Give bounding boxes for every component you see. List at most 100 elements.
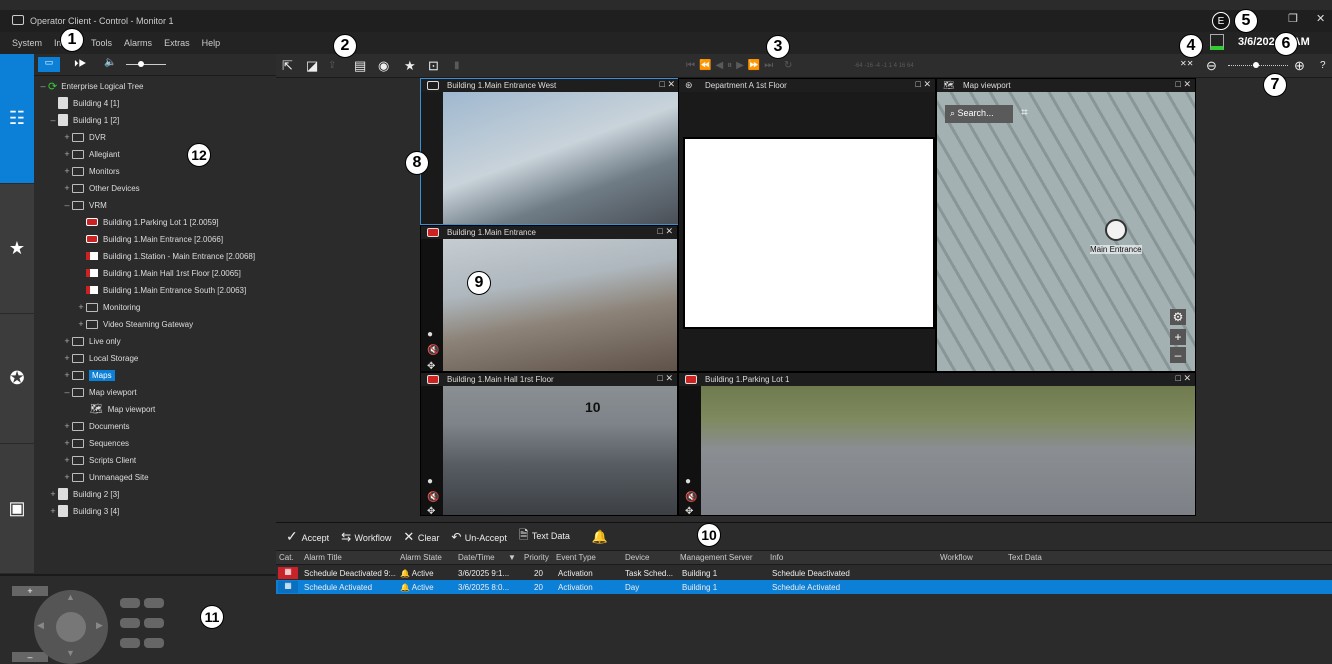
pip-icon[interactable]: ⇱ <box>282 58 293 74</box>
col-info[interactable]: Info <box>770 553 783 562</box>
tree-item[interactable]: + DVR <box>62 129 106 145</box>
preset-button[interactable] <box>120 618 140 628</box>
map-zoom-in-button[interactable]: + <box>1170 329 1186 345</box>
ptz-left-icon[interactable]: ◀ <box>37 620 44 631</box>
print-icon[interactable]: ▤ <box>354 58 366 74</box>
tree-item[interactable]: + Building 2 [3] <box>48 486 119 502</box>
tree-item[interactable]: + Monitors <box>62 163 119 179</box>
tile-window-controls[interactable]: □ ✕ <box>658 373 673 384</box>
zoom-in-icon[interactable]: ⊕ <box>1294 58 1305 74</box>
menu-tools[interactable]: Tools <box>91 38 112 48</box>
aux-button[interactable] <box>144 618 164 628</box>
alarm-row[interactable]: ▦ Schedule Deactivated 9:... 🔔 Active 3/… <box>276 566 1332 580</box>
tree-item[interactable]: Building 1.Station - Main Entrance [2.00… <box>86 248 255 264</box>
ptz-up-icon[interactable]: ▲ <box>66 592 75 602</box>
accept-button[interactable]: ✓ Accept <box>286 528 329 545</box>
video-tile-parking-lot[interactable]: Building 1.Parking Lot 1 □ ✕ ● 🔇 ✥ <box>678 372 1196 517</box>
alarm-row-selected[interactable]: ▦ Schedule Activated 🔔 Active 3/6/2025 8… <box>276 580 1332 594</box>
volume-icon[interactable]: 🔈 <box>104 57 116 68</box>
stop-button[interactable] <box>144 638 164 648</box>
zoom-slider-thumb[interactable] <box>1253 62 1259 68</box>
iris-button[interactable] <box>144 598 164 608</box>
tree-item[interactable]: + Video Steaming Gateway <box>76 316 193 332</box>
mute-icon[interactable]: 🔇 <box>427 492 439 503</box>
tile-window-controls[interactable]: □ ✕ <box>1176 79 1191 90</box>
zoom-in-button[interactable]: + <box>12 586 48 596</box>
favorite-icon[interactable]: ★ <box>404 58 416 74</box>
tree-item[interactable]: Building 1.Main Entrance [2.0066] <box>86 231 223 247</box>
playback-speed-slider[interactable]: -64 -16 -4 -1 1 4 16 64 <box>854 63 914 69</box>
record-button[interactable] <box>120 638 140 648</box>
snapshot-icon[interactable]: ◉ <box>378 58 389 74</box>
tree-item[interactable]: Building 4 [1] <box>48 95 119 111</box>
live-mode-button[interactable]: ▭ <box>38 57 60 72</box>
tree-item[interactable]: + Other Devices <box>62 180 139 196</box>
tree-item[interactable]: + Maps <box>62 367 115 383</box>
tree-item[interactable]: + Building 3 [4] <box>48 503 119 519</box>
tree-item[interactable]: – Map viewport <box>62 384 136 400</box>
tile-window-controls[interactable]: □ ✕ <box>660 79 675 90</box>
col-management-server[interactable]: Management Server <box>680 553 752 562</box>
tree-item[interactable]: 🗺 Map viewport <box>90 401 155 417</box>
export-icon[interactable]: ◪ <box>306 58 318 74</box>
mute-icon[interactable]: 🔇 <box>685 492 697 503</box>
video-tile-main-hall[interactable]: Building 1.Main Hall 1rst Floor □ ✕ ● 🔇 ✥ 1… <box>420 372 678 517</box>
menu-help[interactable]: Help <box>202 38 221 48</box>
tree-item[interactable]: + Sequences <box>62 435 129 451</box>
video-tile-main-entrance[interactable]: Building 1.Main Entrance □ ✕ ● 🔇 ✥ <box>420 225 678 372</box>
close-button[interactable]: ✕ <box>1316 12 1325 25</box>
tree-item[interactable]: – Building 1 [2] <box>48 112 119 128</box>
bell-icon[interactable]: 🔔 <box>592 529 608 545</box>
tree-item[interactable]: + Monitoring <box>76 299 140 315</box>
map-search-box[interactable]: ⌕ Search... <box>945 105 1013 123</box>
ptz-right-icon[interactable]: ▶ <box>96 620 103 631</box>
user-avatar[interactable]: E <box>1212 12 1230 30</box>
restore-button[interactable]: ❐ <box>1288 12 1298 25</box>
volume-slider[interactable] <box>126 64 166 65</box>
tile-window-controls[interactable]: □ ✕ <box>658 226 673 237</box>
col-datetime[interactable]: Date/Time <box>458 553 495 562</box>
col-workflow[interactable]: Workflow <box>940 553 973 562</box>
fullscreen-icon[interactable]: ⊡ <box>428 58 439 74</box>
ptz-icon[interactable]: ✥ <box>685 506 693 517</box>
video-tile-main-entrance-west[interactable]: Building 1.Main Entrance West □ ✕ <box>420 78 680 225</box>
col-category[interactable]: Cat. <box>279 553 294 562</box>
zoom-out-button[interactable]: – <box>12 652 48 662</box>
tab-favorites[interactable]: ★ <box>0 184 34 314</box>
col-priority[interactable]: Priority <box>524 553 549 562</box>
col-alarm-state[interactable]: Alarm State <box>400 553 442 562</box>
tree-item[interactable]: + Documents <box>62 418 129 434</box>
focus-button[interactable] <box>120 598 140 608</box>
ptz-joystick-center[interactable] <box>56 612 86 642</box>
col-text-data[interactable]: Text Data <box>1008 553 1042 562</box>
map-settings-button[interactable]: ⚙ <box>1170 309 1186 325</box>
tab-monitors[interactable]: ▣ <box>0 444 34 574</box>
tree-item[interactable]: Building 1.Parking Lot 1 [2.0059] <box>86 214 219 230</box>
help-icon[interactable]: ? <box>1320 60 1326 71</box>
floorplan-tile[interactable]: ⊛ Department A 1st Floor □ ✕ <box>678 78 936 372</box>
ptz-icon[interactable]: ✥ <box>427 506 435 517</box>
tree-item[interactable]: Building 1.Main Entrance South [2.0063] <box>86 282 246 298</box>
menu-system[interactable]: System <box>12 38 42 48</box>
tree-item[interactable]: + Allegiant <box>62 146 119 162</box>
ptz-icon[interactable]: ✥ <box>427 361 435 372</box>
mute-icon[interactable]: 🔇 <box>427 345 439 356</box>
tree-item[interactable]: – VRM <box>62 197 106 213</box>
tree-root[interactable]: – ⟳ Enterprise Logical Tree <box>38 78 143 94</box>
ptz-down-icon[interactable]: ▼ <box>66 648 75 658</box>
map-fit-icon[interactable]: ⌗ <box>1021 105 1028 120</box>
map-zoom-out-button[interactable]: – <box>1170 347 1186 363</box>
col-alarm-title[interactable]: Alarm Title <box>304 553 342 562</box>
map-camera-marker[interactable] <box>1105 219 1127 241</box>
zoom-out-icon[interactable]: ⊖ <box>1206 58 1217 74</box>
tree-item[interactable]: + Unmanaged Site <box>62 469 148 485</box>
text-data-button[interactable]: 🗎 Text Data <box>519 526 570 547</box>
tree-item[interactable]: + Scripts Client <box>62 452 136 468</box>
tree-item[interactable]: Building 1.Main Hall 1rst Floor [2.0065] <box>86 265 241 281</box>
col-event-type[interactable]: Event Type <box>556 553 596 562</box>
col-device[interactable]: Device <box>625 553 649 562</box>
close-all-icon[interactable]: ✕✕ <box>1180 59 1193 68</box>
playback-mode-button[interactable]: ⏵▶ <box>74 58 87 69</box>
tree-item[interactable]: + Local Storage <box>62 350 138 366</box>
tile-window-controls[interactable]: □ ✕ <box>916 79 931 90</box>
